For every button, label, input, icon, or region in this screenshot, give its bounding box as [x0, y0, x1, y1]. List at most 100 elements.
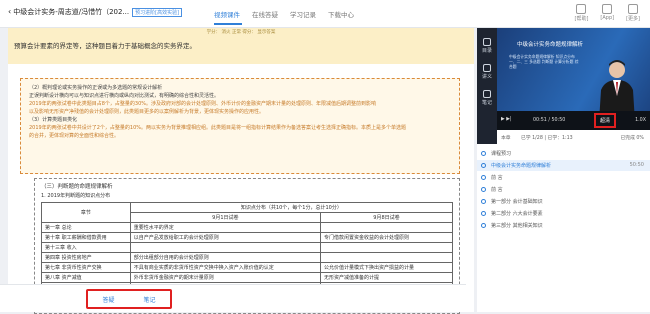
play-icon[interactable]: ▶ ▶| — [501, 117, 512, 122]
tab-downloads[interactable]: 下载中心 — [328, 9, 366, 19]
notes-button[interactable]: 笔记 — [143, 295, 155, 304]
table-row: 第四章 投资性房地产 部分出租部分自用的会计处理原则 — [41, 252, 454, 263]
table-row: 第十三章 收入 — [41, 242, 454, 253]
note-text: 预算会计要素的界定等，这种题目着力于基础概念的实务界定。 — [14, 42, 196, 50]
more-label: [更多] — [626, 16, 640, 22]
back-arrow-icon: ‹ — [8, 7, 12, 16]
tab-indicator — [214, 23, 242, 25]
table-row: 第八章 资产减值 外币非货币金融资产的期末计量原则 无形资产减值准备的计提 — [41, 272, 454, 283]
playlist-item[interactable]: 中级会计实务命题规律解析 50:50 — [477, 160, 650, 171]
header-col-1: 9月1日试卷 — [129, 212, 321, 223]
video-time: 00:51 / 50:50 — [533, 118, 566, 123]
playlist-scope[interactable]: 本章 — [501, 134, 511, 141]
table-cell: 以自产产品发放给职工的会计处理原则 — [129, 232, 321, 243]
answer-note: 学分： 消火 正常 得分： 显示答案 预算会计要素的界定等，这种题目着力于基础概… — [8, 28, 474, 64]
side-item-handout[interactable]: 讲义 — [477, 64, 497, 80]
lesson-icon — [481, 175, 486, 180]
lesson-label: 第二部分 六大会计要素 — [491, 211, 543, 217]
top-icons: [帮助] [App] [更多] — [575, 4, 640, 22]
analysis-line: 的合并，更体现对算的全面性和综合性。 — [29, 133, 120, 139]
lesson-label: 第三部分 其他相关知识 — [491, 223, 543, 229]
tab-bar: 视频课件 在线答疑 学习记录 下载中心 — [214, 9, 366, 19]
lesson-label: 第一部分 会计基础知识 — [491, 199, 543, 205]
analysis-line: （2）概判理论或实务操作的正误或为多选题的常规设计解析 — [29, 85, 163, 91]
playlist-progress: 已学 1/28 | 已学：1:13 — [521, 136, 573, 141]
playlist-item[interactable]: 前 言 — [477, 184, 650, 195]
bottom-bar — [0, 284, 466, 312]
speed-button[interactable]: 1.0X — [635, 118, 646, 123]
video-slide-text: 中级会计实务命题规律解析 知识点分布 一、二、三 多选题 判断题 计算分析题 综… — [509, 54, 579, 69]
lesson-icon — [481, 163, 486, 168]
app-icon — [602, 4, 613, 14]
table-cell: 无形资产减值准备的计提 — [319, 272, 454, 283]
qa-button[interactable]: 答疑 — [102, 295, 114, 304]
side-item-notes[interactable]: 笔记 — [477, 90, 497, 106]
table-cell: 第八章 资产减值 — [41, 272, 131, 283]
header-col-2: 9月8日试卷 — [319, 212, 454, 223]
table-cell: 公允价值计量模式下换出资产损益的计量 — [319, 262, 454, 273]
help-icon — [576, 4, 587, 14]
playlist-item[interactable]: 第一部分 会计基础知识 — [477, 196, 650, 207]
table-cell: 第七章 非货币性资产交换 — [41, 262, 131, 273]
more-button[interactable]: [更多] — [626, 4, 640, 22]
side-item-catalog[interactable]: 目录 — [477, 38, 497, 54]
lesson-icon — [481, 199, 486, 204]
table-cell — [319, 252, 454, 263]
playlist-item[interactable]: 课程预习 — [477, 148, 650, 159]
table-cell — [319, 242, 454, 253]
analysis-line: 2019年的两张试卷中共设计了2个，占整量的10%。两以实务为背景推理相应组。此… — [29, 125, 407, 131]
playlist-item[interactable]: 第三部分 其他相关知识 — [477, 220, 650, 231]
lesson-label: 前 言 — [491, 175, 503, 181]
playlist: 课程预习 中级会计实务命题规律解析 50:50 前 言前 言第一部分 会计基础知识 第二… — [477, 144, 650, 312]
tab-records[interactable]: 学习记录 — [290, 9, 328, 19]
table-cell — [129, 242, 321, 253]
catalog-icon — [483, 38, 491, 46]
table-cell: 第十三章 收入 — [41, 242, 131, 253]
playlist-header: 本章 已学 1/28 | 已学：1:13 已完成 0% — [497, 130, 650, 144]
table-caption: （三）判断题的命题规律解析 — [41, 184, 113, 190]
bottom-actions: 答疑 笔记 — [86, 289, 172, 309]
lesson-label: 课程预习 — [491, 151, 512, 157]
handout-panel: 学分： 消火 正常 得分： 显示答案 预算会计要素的界定等，这种题目着力于基础概… — [8, 28, 474, 314]
tab-video[interactable]: 视频课件 — [214, 9, 252, 19]
notes-icon — [483, 90, 491, 98]
analysis-section: （2）概判理论或实务操作的正误或为多选题的常规设计解析 正误判断设计横向可以与知… — [20, 78, 460, 174]
playlist-complete: 已完成 0% — [620, 136, 644, 141]
lesson-icon — [481, 187, 486, 192]
playlist-item[interactable]: 前 言 — [477, 172, 650, 183]
table-cell: 重要性水平的界定 — [129, 222, 321, 233]
quality-button[interactable]: 超清 — [594, 113, 616, 128]
analysis-line: （3）计算类题目类化 — [29, 117, 78, 123]
table-cell: 不具有商业实质的非货币性资产交换中换入资产入账价值的认定 — [129, 262, 321, 273]
side-label: 笔记 — [481, 100, 492, 106]
header-group: 知识点分布（共10个，每个1分，总计10分） — [129, 202, 454, 213]
analysis-line: 正误判断设计横向可以与知识点进行横向或纵向对比测试，有明确的综合性和灵活性。 — [29, 93, 220, 99]
lesson-icon — [481, 211, 486, 216]
table-row: 第十章 职工薪酬和借款费用 以自产产品发放给职工的会计处理原则 专门借款闲置资金收益… — [41, 232, 454, 243]
analysis-line: 2019年的两张试卷中此类题目占8个，占整量的30%。涉及政府对部的会计处理原则… — [29, 101, 377, 107]
back-link[interactable]: ‹ 中级会计实务-周志道/冯惜竹（202... 预习进阶[高效实验] — [8, 7, 183, 17]
help-button[interactable]: [帮助] — [575, 4, 588, 22]
video-controls: ▶ ▶| 00:51 / 50:50 超清 1.0X — [497, 111, 650, 131]
tab-qa[interactable]: 在线答疑 — [252, 9, 290, 19]
table-cell — [319, 222, 454, 233]
video-title: 中级会计实务命题规律解析 — [517, 42, 584, 48]
top-bar: ‹ 中级会计实务-周志道/冯惜竹（202... 预习进阶[高效实验] 视频课件 在线… — [0, 0, 650, 28]
table-subcaption: 1. 2019年判断题的知识点分布 — [41, 193, 111, 199]
analysis-line: 以及影响无形资产净残值的会计处理原则，此类题目更多的以案例解析为背景，更体现实务… — [29, 109, 265, 115]
playlist-item[interactable]: 第二部分 六大会计要素 — [477, 208, 650, 219]
table-cell: 第十章 职工薪酬和借款费用 — [41, 232, 131, 243]
lesson-icon — [481, 151, 486, 156]
app-label: [App] — [600, 15, 615, 21]
course-title: 中级会计实务-周志道/冯惜竹（202... — [13, 8, 130, 16]
table-row: 第七章 非货币性资产交换 不具有商业实质的非货币性资产交换中换入资产入账价值的认定… — [41, 262, 454, 273]
app-button[interactable]: [App] — [600, 4, 614, 22]
lesson-label: 中级会计实务命题规律解析 — [491, 163, 552, 169]
header-chapter: 章节 — [41, 202, 131, 223]
side-toolbar: 目录 讲义 笔记 — [477, 28, 497, 148]
table-cell: 专门借款闲置资金收益的会计处理原则 — [319, 232, 454, 243]
lesson-icon — [481, 223, 486, 228]
table-cell: 第四章 投资性房地产 — [41, 252, 131, 263]
handout-icon — [483, 64, 491, 72]
side-label: 目录 — [481, 48, 492, 54]
